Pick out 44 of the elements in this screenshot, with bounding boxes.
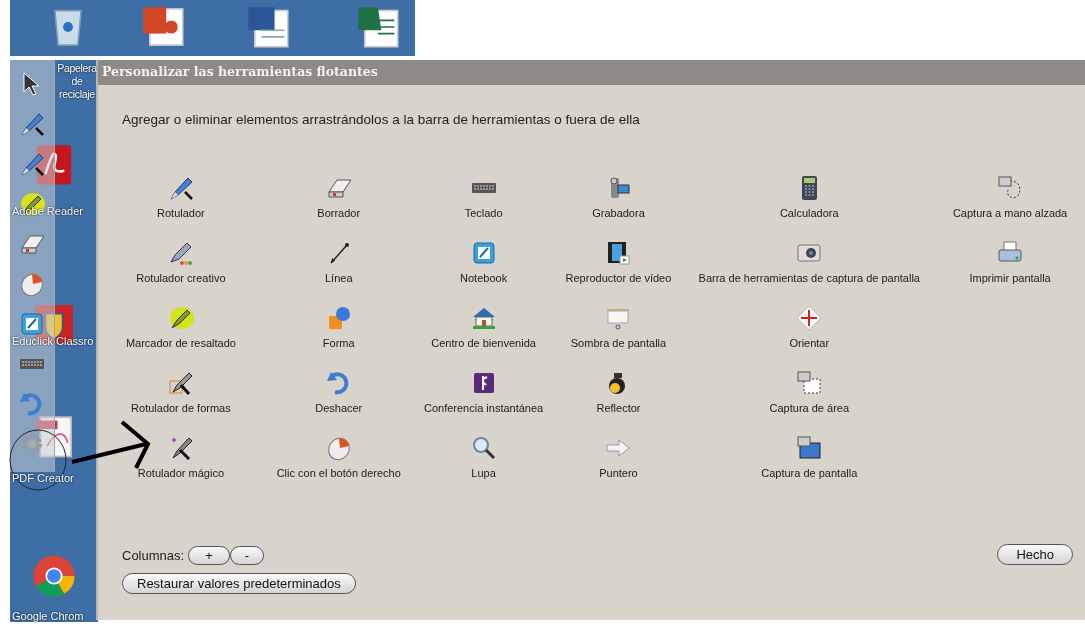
- tool-label: Rotulador de formas: [131, 401, 231, 416]
- tool-label: Rotulador: [157, 206, 205, 221]
- tool-label: Clic con el botón derecho: [276, 466, 401, 481]
- tool-label: Reproductor de vídeo: [565, 271, 672, 286]
- spreadsheet-app-icon: [355, 4, 401, 50]
- tool-label: Rotulador creativo: [136, 271, 226, 286]
- tool-label: Rotulador mágico: [137, 466, 224, 481]
- tool-label: Marcador de resaltado: [125, 336, 236, 351]
- tool-label: Línea: [325, 271, 353, 286]
- tool-label: Lupa: [471, 466, 496, 481]
- columns-label: Columnas:: [122, 546, 185, 565]
- dialog-title: Personalizar las herramientas flotantes: [98, 60, 1085, 85]
- remove-column-button[interactable]: -: [229, 545, 265, 565]
- tool-label: Teclado: [464, 206, 503, 221]
- tool-label: Captura a mano alzada: [952, 206, 1068, 221]
- tool-label: Grabadora: [592, 206, 645, 221]
- tool-label: Puntero: [599, 466, 638, 481]
- tool-label: Reflector: [596, 401, 641, 416]
- done-button[interactable]: Hecho: [997, 543, 1073, 565]
- tool-label: Conferencia instantánea: [423, 401, 544, 416]
- notebook-icon[interactable]: [18, 310, 46, 338]
- document-app-icon: [245, 4, 291, 50]
- tool-label: Forma: [322, 336, 355, 351]
- tool-label: Imprimir pantalla: [969, 271, 1051, 286]
- crosshair-icon[interactable]: [795, 304, 824, 332]
- tool-label: Borrador: [317, 206, 361, 221]
- add-column-button[interactable]: +: [188, 545, 230, 565]
- desktop-icon-label[interactable]: Educlick Classro: [12, 335, 94, 348]
- browser-icon: [30, 552, 78, 600]
- tool-label: Barra de herramientas de captura de pantalla: [698, 271, 920, 286]
- tool-label: Calculadora: [779, 206, 839, 221]
- screen-capture-icon[interactable]: [795, 434, 824, 462]
- tool-label: Notebook: [460, 271, 508, 286]
- area-capture-icon[interactable]: [795, 369, 824, 397]
- tool-label: Orientar: [789, 336, 830, 351]
- tool-label: Sombra de pantalla: [570, 336, 667, 351]
- instruction-text: Agregar o eliminar elementos arrastrándolos a la barra de herramientas o fuera de ella: [122, 110, 641, 129]
- desktop-icon-label[interactable]: Google Chrom: [12, 610, 84, 623]
- restore-defaults-button[interactable]: Restaurar valores predeterminados: [122, 573, 356, 594]
- tool-label: Captura de pantalla: [761, 466, 858, 481]
- desktop-icon-label[interactable]: PDF Creator: [12, 472, 74, 485]
- tool-label: Deshacer: [315, 401, 363, 416]
- tool-label: Captura de área: [769, 401, 850, 416]
- tool-label: Centro de bienvenida: [431, 336, 536, 351]
